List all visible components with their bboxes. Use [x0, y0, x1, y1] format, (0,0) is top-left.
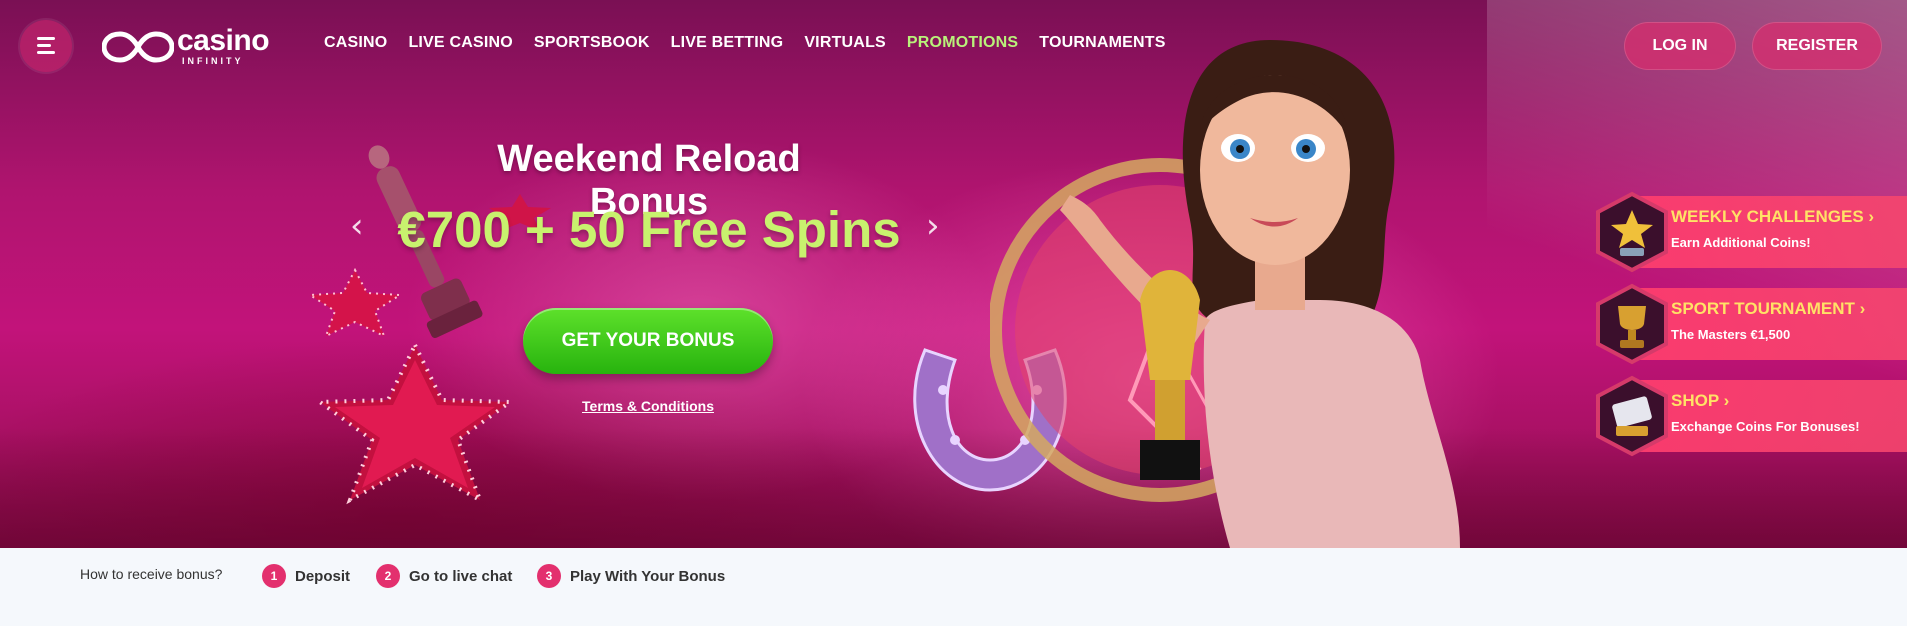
- card-subtitle: The Masters €1,500: [1671, 327, 1791, 342]
- step-text: Play With Your Bonus: [570, 567, 726, 585]
- step-item: 3 Play With Your Bonus: [537, 564, 725, 588]
- card-icon: [1596, 375, 1668, 457]
- side-card-shop[interactable]: SHOP › Exchange Coins For Bonuses!: [1596, 375, 1907, 457]
- get-bonus-button[interactable]: GET YOUR BONUS: [523, 308, 773, 374]
- nav-live-betting[interactable]: LIVE BETTING: [671, 34, 784, 52]
- step-number-badge: 2: [376, 564, 400, 588]
- carousel-next-icon[interactable]: ›: [926, 206, 940, 246]
- step-number-badge: 3: [537, 564, 561, 588]
- step-text: Deposit: [295, 567, 351, 585]
- logo-word: casino: [177, 24, 270, 57]
- step-text: Go to live chat: [409, 567, 513, 585]
- side-card-sport-tournament[interactable]: SPORT TOURNAMENT › The Masters €1,500: [1596, 283, 1907, 365]
- terms-link[interactable]: Terms & Conditions: [560, 398, 736, 414]
- carousel-prev-icon[interactable]: ‹: [350, 206, 364, 246]
- logo-subword: INFINITY: [182, 56, 244, 66]
- card-subtitle: Earn Additional Coins!: [1671, 235, 1811, 250]
- nav-virtuals[interactable]: VIRTUALS: [804, 34, 886, 52]
- nav-casino[interactable]: CASINO: [324, 34, 387, 52]
- bonus-steps-bar: How to receive bonus? 1 Deposit 2 Go to …: [0, 548, 1907, 626]
- step-item: 2 Go to live chat: [376, 564, 512, 588]
- big-star-icon: [314, 340, 516, 505]
- card-title: SHOP ›: [1671, 391, 1730, 410]
- nav-live-casino[interactable]: LIVE CASINO: [408, 34, 512, 52]
- nav-sportsbook[interactable]: SPORTSBOOK: [534, 34, 650, 52]
- nav-tournaments[interactable]: TOURNAMENTS: [1039, 34, 1165, 52]
- card-title: WEEKLY CHALLENGES ›: [1671, 207, 1875, 226]
- hamburger-menu-button[interactable]: [20, 20, 72, 72]
- card-subtitle: Exchange Coins For Bonuses!: [1671, 419, 1860, 434]
- menu-line: [37, 51, 55, 54]
- card-title: SPORT TOURNAMENT ›: [1671, 299, 1866, 318]
- promo-amount: €700 + 50 Free Spins: [397, 201, 901, 258]
- hero-banner: casino INFINITY CASINO LIVE CASINO SPORT…: [0, 0, 1907, 548]
- menu-line: [37, 44, 51, 47]
- menu-line: [37, 37, 55, 40]
- main-nav: CASINO LIVE CASINO SPORTSBOOK LIVE BETTI…: [324, 34, 1187, 52]
- side-card-weekly-challenges[interactable]: WEEKLY CHALLENGES › Earn Additional Coin…: [1596, 191, 1907, 273]
- infinity-logo-icon: [102, 31, 174, 63]
- login-button[interactable]: LOG IN: [1624, 22, 1736, 70]
- step-number-badge: 1: [262, 564, 286, 588]
- register-button[interactable]: REGISTER: [1752, 22, 1882, 70]
- steps-label: How to receive bonus?: [80, 566, 223, 582]
- step-item: 1 Deposit: [262, 564, 350, 588]
- site-logo[interactable]: casino INFINITY: [102, 24, 292, 68]
- star-trophy-icon: [1596, 191, 1668, 273]
- nav-promotions[interactable]: PROMOTIONS: [907, 34, 1018, 52]
- trophy-cup-icon: [1596, 283, 1668, 365]
- hostess-character: [1060, 40, 1460, 548]
